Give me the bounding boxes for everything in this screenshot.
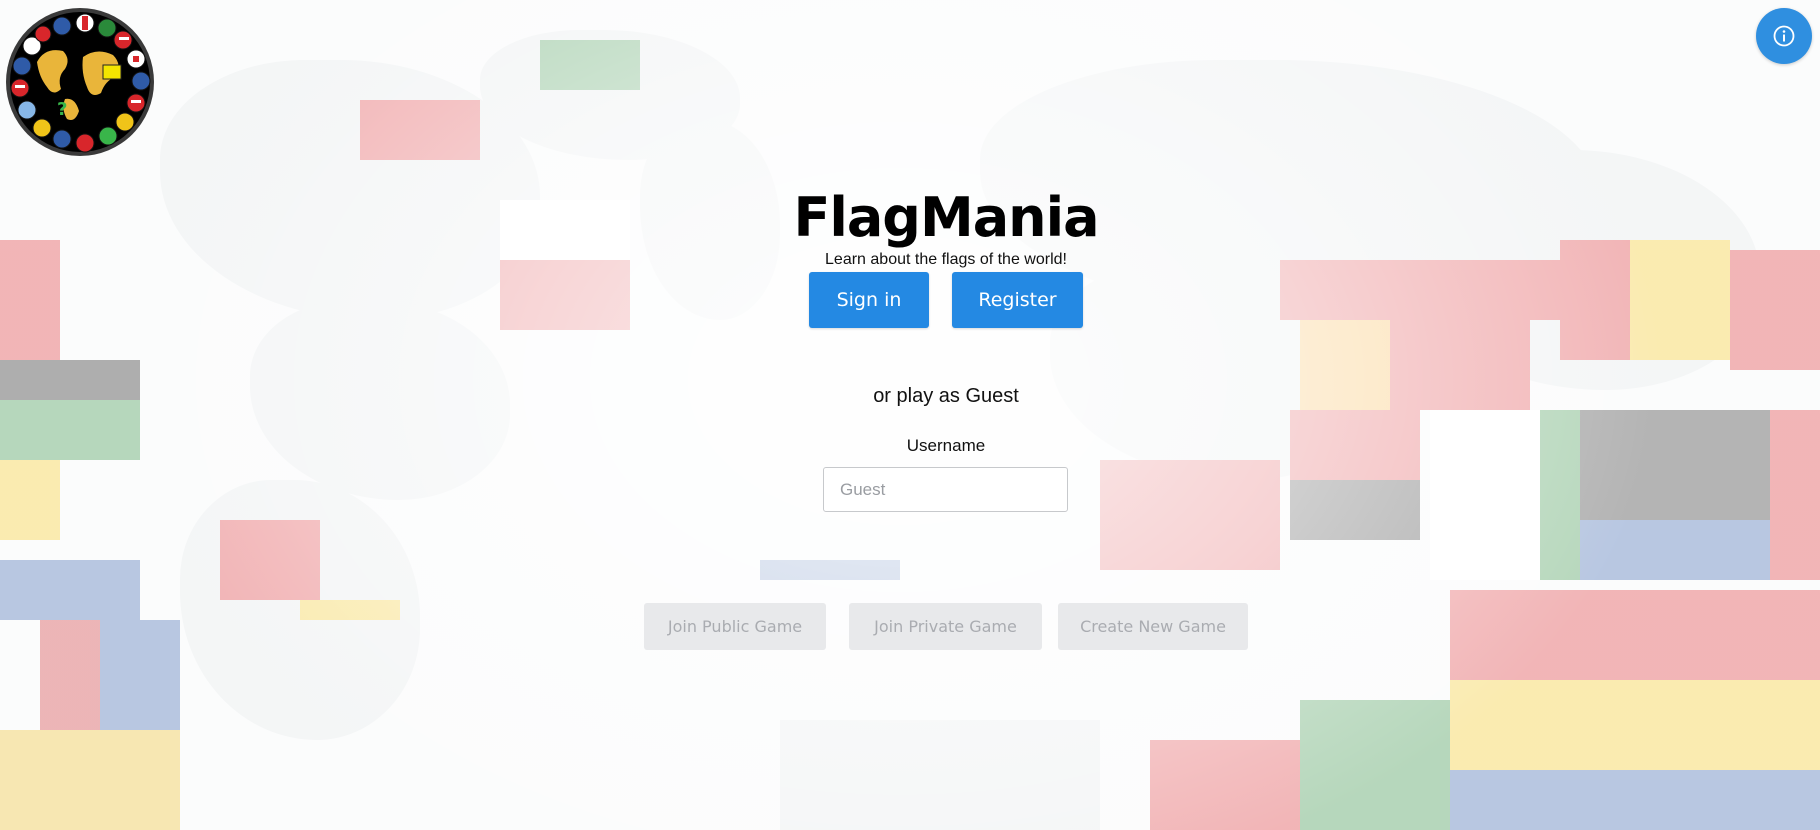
app-subtitle: Learn about the flags of the world! [825,251,1067,268]
create-new-game-button[interactable]: Create New Game [1058,603,1248,650]
username-input[interactable] [823,467,1068,512]
app-title: FlagMania [793,186,1099,249]
join-private-game-button[interactable]: Join Private Game [849,603,1042,650]
sign-in-button[interactable]: Sign in [809,272,929,328]
register-button[interactable]: Register [952,272,1083,328]
username-label: Username [906,436,986,455]
main-content: FlagMania Learn about the flags of the w… [0,0,1820,830]
guest-prompt: or play as Guest [873,385,1019,407]
join-public-game-button[interactable]: Join Public Game [644,603,826,650]
